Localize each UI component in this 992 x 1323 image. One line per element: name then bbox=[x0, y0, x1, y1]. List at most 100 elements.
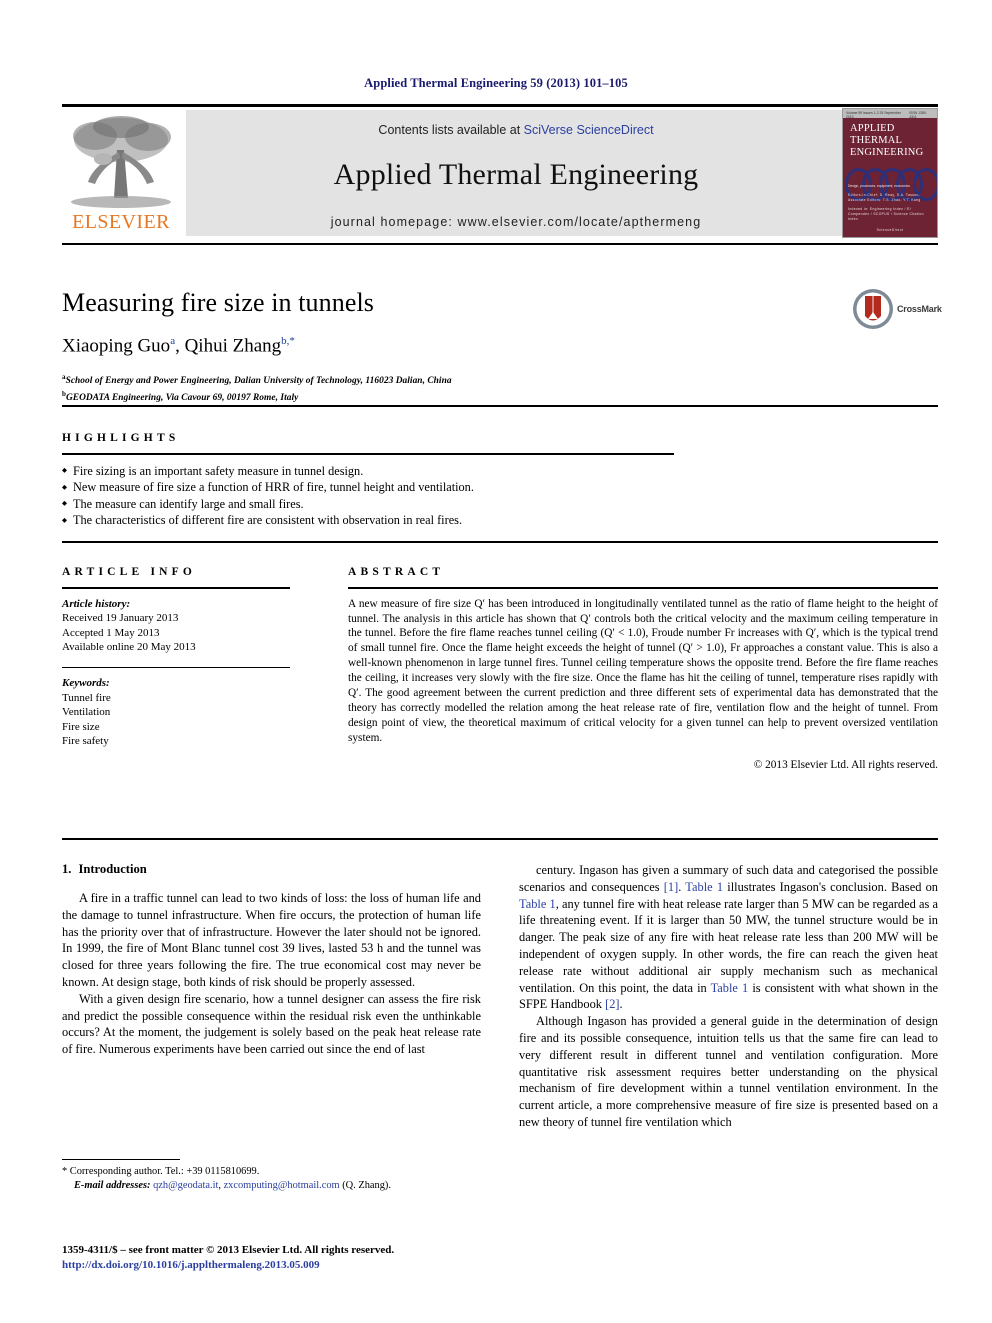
inline-reference-link[interactable]: Table 1 bbox=[685, 880, 723, 894]
corresponding-author-note: * Corresponding author. Tel.: +39 011581… bbox=[62, 1166, 260, 1178]
inline-reference-link[interactable]: [1] bbox=[664, 880, 678, 894]
article-history: Article history: Received 19 January 201… bbox=[62, 597, 348, 655]
body-columns: 1. Introduction A fire in a traffic tunne… bbox=[62, 862, 938, 1131]
contents-available-line: Contents lists available at SciVerse Sci… bbox=[186, 123, 846, 137]
cover-topbar: Volume 59 Issues 1-2 25 September 2013 I… bbox=[843, 109, 937, 119]
article-info-rule bbox=[62, 587, 290, 589]
article-info-heading-cell: ARTICLE INFO bbox=[62, 566, 348, 578]
paragraph: Although Ingason has provided a general … bbox=[519, 1014, 938, 1129]
inline-reference-link[interactable]: [2] bbox=[605, 997, 619, 1011]
paragraph: With a given design fire scenario, how a… bbox=[62, 991, 481, 1057]
email-link-2[interactable]: zxcomputing@hotmail.com bbox=[224, 1180, 340, 1191]
cover-title-line1: APPLIED bbox=[850, 123, 895, 134]
crossmark-badge[interactable]: CrossMark bbox=[852, 286, 944, 332]
cover-foot-2: Editors-in-Chief: D. Reay, S.A. Tassou, … bbox=[848, 193, 921, 202]
page-title: Measuring fire size in tunnels bbox=[62, 288, 375, 317]
info-abstract-body: Article history: Received 19 January 201… bbox=[62, 587, 938, 771]
info-abstract-section: ARTICLE INFO ABSTRACT Article history: R… bbox=[62, 566, 938, 771]
crossmark-label: CrossMark bbox=[897, 304, 942, 314]
cover-footer: Design, processes, equipment, economics … bbox=[848, 184, 932, 233]
banner-bottom-rule bbox=[62, 243, 938, 245]
author-1-marks: a bbox=[170, 335, 176, 347]
affiliation-b-text: GEODATA Engineering, Via Cavour 69, 0019… bbox=[65, 393, 299, 404]
cover-title-line3: ENGINEERING bbox=[850, 147, 924, 158]
cover-issn-text: ISSN 1359-4311 bbox=[909, 111, 927, 119]
inline-reference-link[interactable]: Table 1 bbox=[711, 981, 749, 995]
banner-center: Contents lists available at SciVerse Sci… bbox=[186, 110, 846, 236]
section-heading-introduction: 1. Introduction bbox=[62, 862, 481, 877]
cover-foot-3: Indexed in: Engineering Index / Ei Compe… bbox=[848, 207, 924, 221]
abstract-text: A new measure of fire size Q′ has been i… bbox=[348, 597, 938, 744]
paragraph-text: . bbox=[619, 997, 623, 1012]
title-block: Measuring fire size in tunnels Xiaoping … bbox=[62, 288, 938, 405]
article-info-column: Article history: Received 19 January 201… bbox=[62, 587, 348, 771]
doi-link[interactable]: http://dx.doi.org/10.1016/j.applthermale… bbox=[62, 1258, 582, 1273]
body-right-column: century. Ingason has given a summary of … bbox=[519, 862, 938, 1131]
journal-homepage[interactable]: journal homepage: www.elsevier.com/locat… bbox=[186, 215, 846, 229]
keywords-block: Keywords: Tunnel fire Ventilation Fire s… bbox=[62, 676, 348, 749]
footnote-rule bbox=[62, 1159, 180, 1161]
section-title-text: Introduction bbox=[78, 862, 147, 876]
keywords-rule bbox=[62, 666, 290, 669]
abstract-copyright: © 2013 Elsevier Ltd. All rights reserved… bbox=[753, 758, 938, 771]
affiliation-a-text: School of Energy and Power Engineering, … bbox=[65, 376, 452, 387]
author-2-name: Qihui Zhang bbox=[184, 335, 282, 357]
article-history-accepted: Accepted 1 May 2013 bbox=[62, 626, 160, 639]
contents-prefix: Contents lists available at bbox=[378, 123, 524, 137]
keywords-lead: Keywords: bbox=[62, 677, 110, 690]
title-bottom-rule bbox=[62, 405, 938, 408]
keyword-item: Tunnel fire bbox=[62, 691, 111, 704]
journal-banner: ELSEVIER Contents lists available at Sci… bbox=[62, 108, 938, 238]
list-item: The measure can identify large and small… bbox=[62, 496, 938, 512]
cover-foot-4: ScienceDirect bbox=[876, 228, 904, 232]
abstract-rule bbox=[348, 587, 938, 589]
highlights-list: Fire sizing is an important safety measu… bbox=[62, 463, 938, 529]
article-info-label: ARTICLE INFO bbox=[62, 566, 197, 578]
cover-volume-text: Volume 59 Issues 1-2 25 September 2013 bbox=[846, 111, 901, 119]
list-item: Fire sizing is an important safety measu… bbox=[62, 463, 938, 479]
journal-cover-thumbnail: Volume 59 Issues 1-2 25 September 2013 I… bbox=[842, 108, 938, 238]
paragraph-text: illustrates Ingason's conclusion. Based … bbox=[723, 879, 939, 894]
top-rule bbox=[62, 104, 938, 107]
footnote-block: * Corresponding author. Tel.: +39 011581… bbox=[62, 1159, 481, 1193]
cover-title-line2: THERMAL bbox=[850, 135, 903, 146]
highlights-bottom-rule bbox=[62, 541, 938, 544]
keyword-item: Fire safety bbox=[62, 735, 109, 748]
inline-reference-link[interactable]: Table 1 bbox=[519, 897, 556, 911]
cover-title: APPLIED THERMAL ENGINEERING bbox=[843, 118, 937, 159]
colophon-block: 1359-4311/$ – see front matter © 2013 El… bbox=[62, 1243, 582, 1273]
paragraph: A fire in a traffic tunnel can lead to t… bbox=[62, 891, 481, 989]
paper-page: Applied Thermal Engineering 59 (2013) 10… bbox=[0, 0, 992, 1323]
body-left-column: 1. Introduction A fire in a traffic tunne… bbox=[62, 862, 481, 1131]
running-head: Applied Thermal Engineering 59 (2013) 10… bbox=[364, 76, 628, 90]
sciencedirect-link[interactable]: SciVerse ScienceDirect bbox=[524, 123, 654, 137]
email-suffix: (Q. Zhang). bbox=[339, 1180, 391, 1192]
affiliation-list: aSchool of Energy and Power Engineering,… bbox=[62, 371, 938, 404]
keyword-item: Fire size bbox=[62, 720, 100, 733]
info-abstract-headings: ARTICLE INFO ABSTRACT bbox=[62, 566, 938, 578]
section-number: 1. bbox=[62, 862, 72, 876]
issn-copyright-line: 1359-4311/$ – see front matter © 2013 El… bbox=[62, 1244, 395, 1256]
article-history-online: Available online 20 May 2013 bbox=[62, 641, 196, 654]
crossmark-icon bbox=[853, 289, 893, 329]
highlights-rule bbox=[62, 453, 674, 455]
email-lead: E-mail addresses: bbox=[74, 1180, 151, 1192]
abstract-column: A new measure of fire size Q′ has been i… bbox=[348, 587, 938, 771]
author-2-marks: b,* bbox=[281, 335, 295, 347]
paragraph: century. Ingason has given a summary of … bbox=[519, 862, 938, 1013]
keyword-item: Ventilation bbox=[62, 706, 111, 719]
email-addresses-note: E-mail addresses: qzh@geodata.it, zxcomp… bbox=[62, 1179, 481, 1193]
article-history-received: Received 19 January 2013 bbox=[62, 612, 179, 625]
abstract-heading-cell: ABSTRACT bbox=[348, 566, 938, 578]
list-item: The characteristics of different fire ar… bbox=[62, 512, 938, 529]
author-list: Xiaoping Guoa, Qihui Zhangb,* bbox=[62, 335, 295, 357]
abstract-label: ABSTRACT bbox=[348, 566, 445, 578]
highlights-section: HIGHLIGHTS Fire sizing is an important s… bbox=[62, 432, 938, 529]
email-link-1[interactable]: qzh@geodata.it bbox=[153, 1180, 218, 1191]
elsevier-wordmark: ELSEVIER bbox=[72, 211, 170, 233]
affiliation-a: aSchool of Energy and Power Engineering,… bbox=[62, 371, 938, 388]
abstract-bottom-rule bbox=[62, 838, 938, 841]
list-item: New measure of fire size a function of H… bbox=[62, 479, 938, 496]
elsevier-tree-icon bbox=[71, 116, 171, 208]
article-history-lead: Article history: bbox=[62, 597, 131, 610]
